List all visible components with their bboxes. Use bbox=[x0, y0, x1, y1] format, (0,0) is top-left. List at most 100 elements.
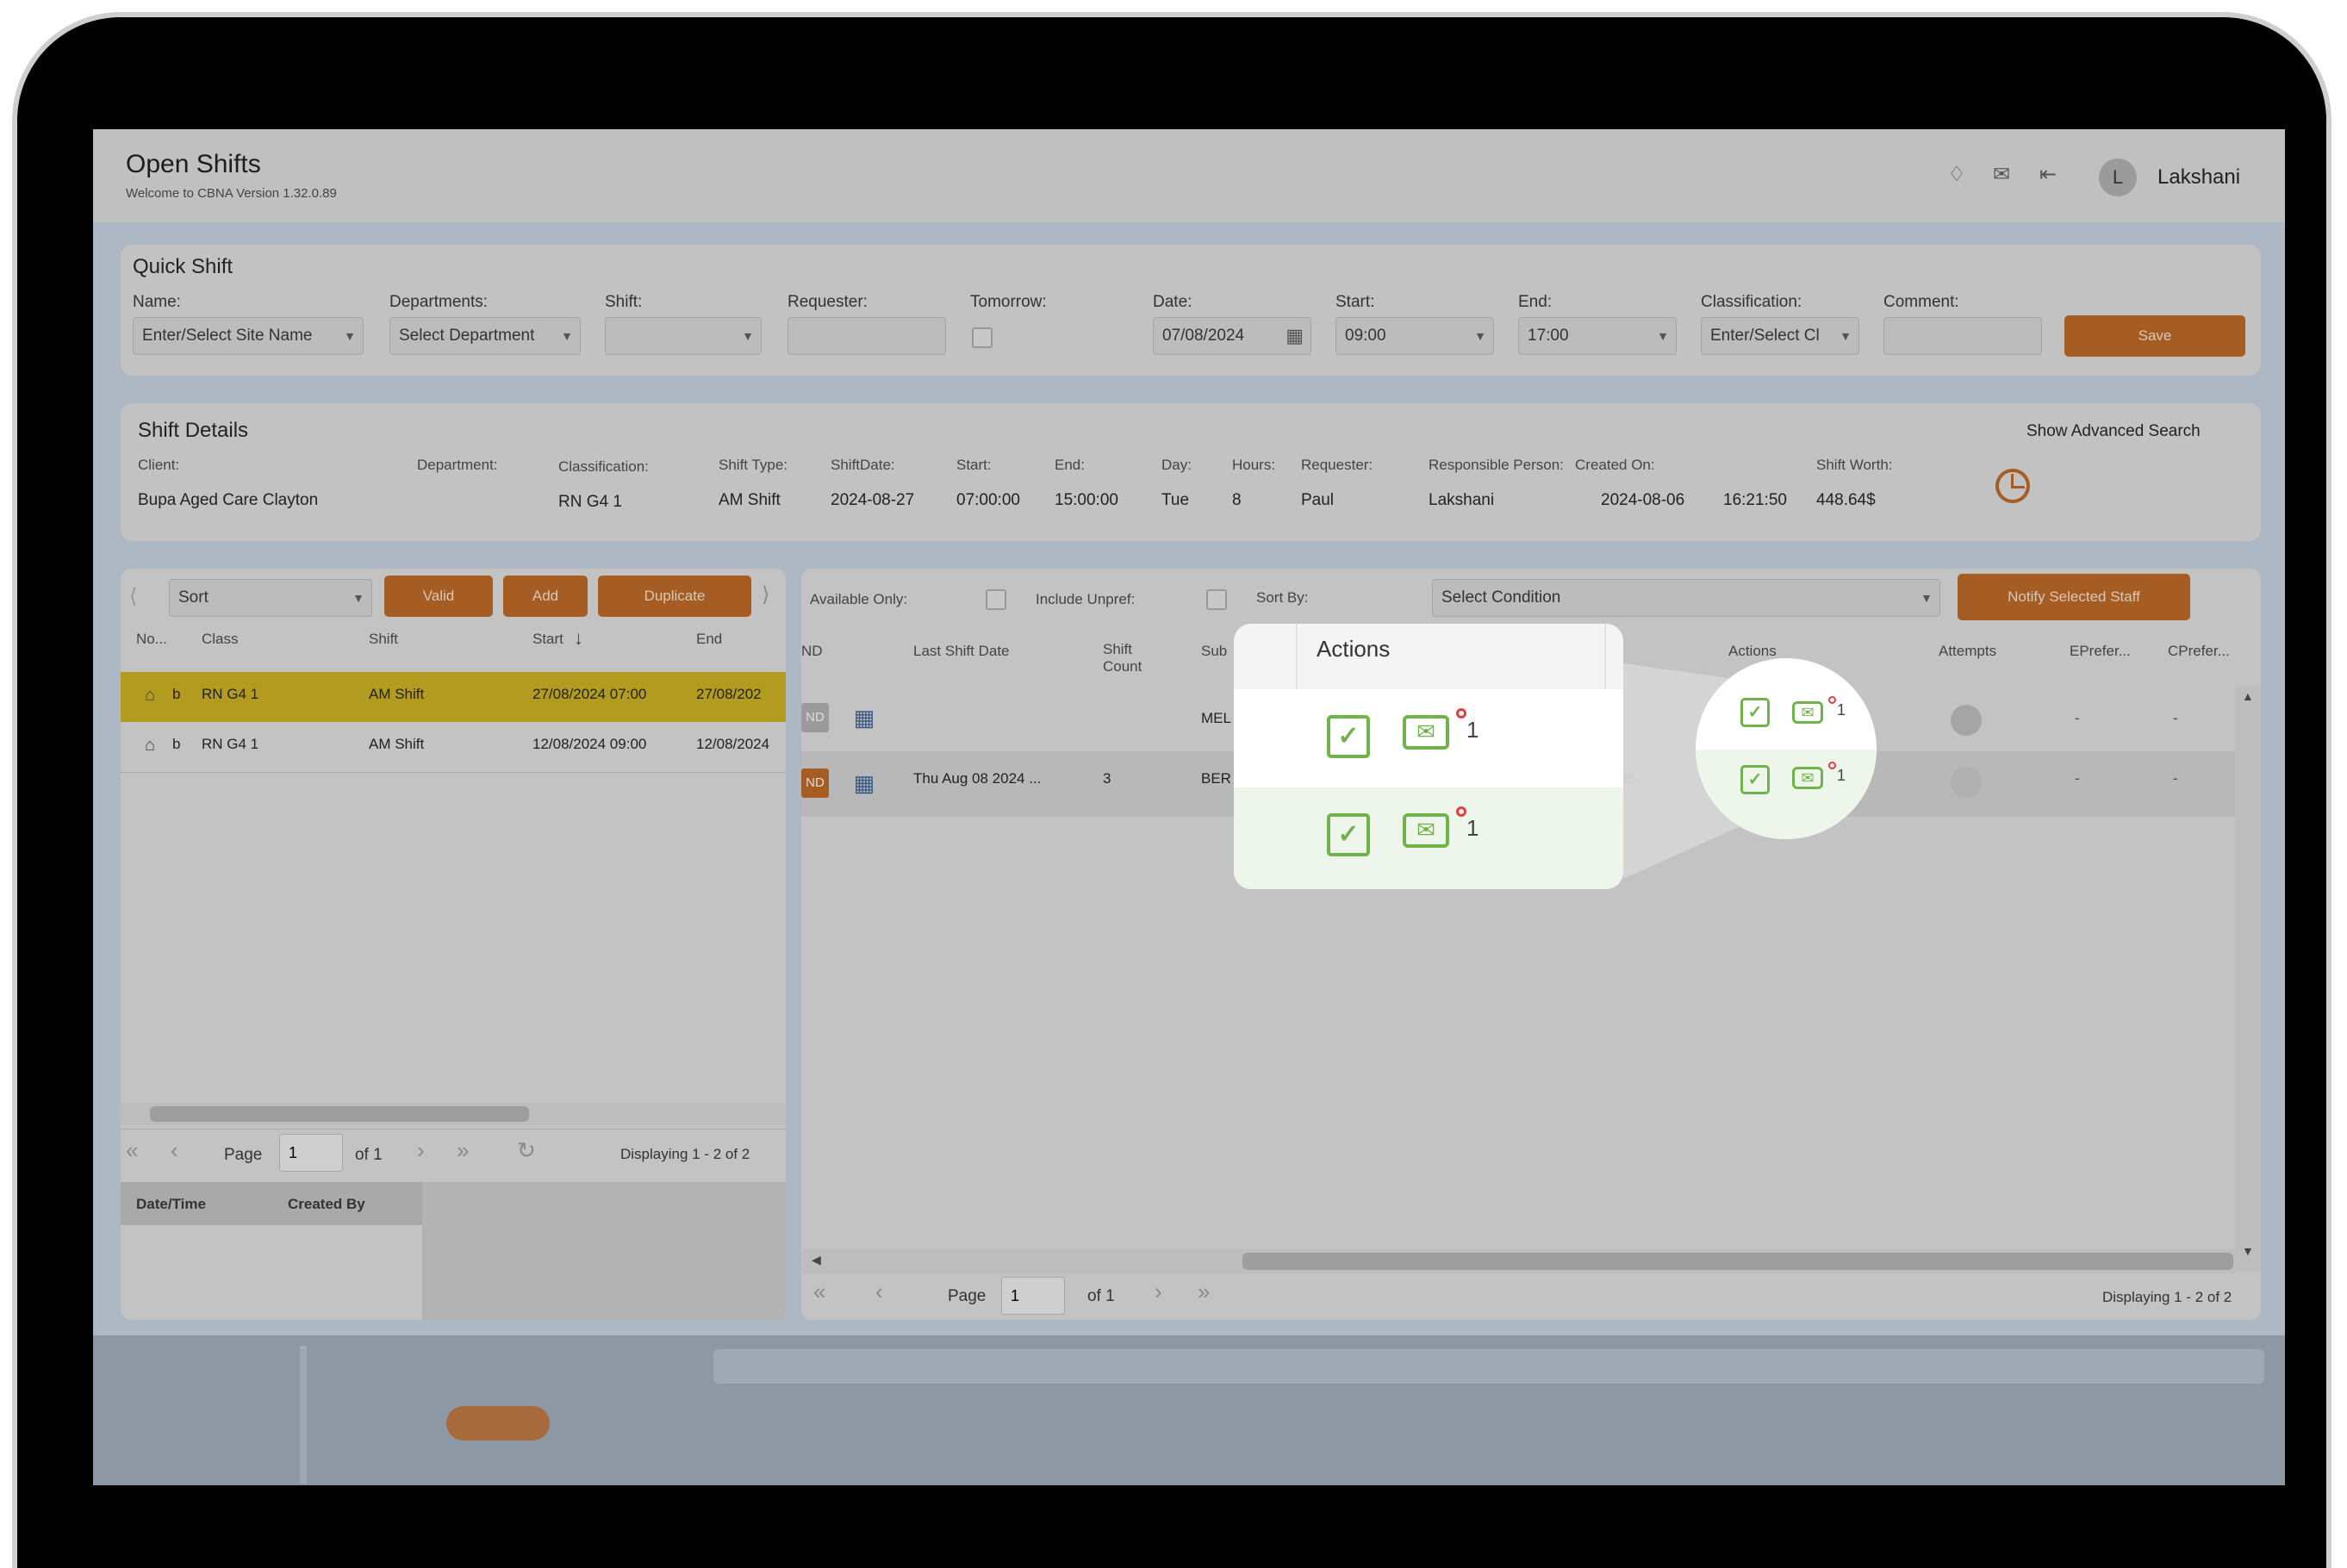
table-row[interactable]: ⌂ b RN G4 1 AM Shift 12/08/2024 09:00 12… bbox=[121, 722, 786, 772]
scrollbar-thumb[interactable] bbox=[150, 1106, 529, 1122]
duplicate-button[interactable]: Duplicate bbox=[598, 576, 751, 617]
hours-value: 8 bbox=[1232, 491, 1242, 509]
column-header-sub[interactable]: Sub bbox=[1201, 643, 1227, 660]
end-label: End: bbox=[1518, 293, 1553, 311]
save-button[interactable]: Save bbox=[2064, 315, 2245, 357]
notify-selected-staff-button[interactable]: Notify Selected Staff bbox=[1958, 574, 2190, 620]
end-time-select[interactable]: 17:00 ▼ bbox=[1518, 317, 1677, 355]
blurred-chip bbox=[446, 1406, 550, 1440]
approve-check-icon[interactable]: ✓ bbox=[1740, 765, 1770, 794]
last-page-icon[interactable]: » bbox=[457, 1137, 469, 1164]
column-header-no[interactable]: No... bbox=[136, 631, 167, 648]
nd-badge: ND bbox=[801, 768, 829, 798]
next-page-icon[interactable]: › bbox=[417, 1137, 425, 1164]
bell-icon[interactable]: ♢ bbox=[1944, 162, 1970, 188]
first-page-icon[interactable]: « bbox=[813, 1279, 825, 1305]
quick-shift-title: Quick Shift bbox=[133, 255, 233, 278]
zoom-header: Actions bbox=[1234, 624, 1623, 689]
date-input[interactable]: 07/08/2024 ▦ bbox=[1153, 317, 1311, 355]
column-header-class[interactable]: Class bbox=[202, 631, 239, 648]
mail-count: 1 bbox=[1837, 767, 1846, 784]
prev-page-icon[interactable]: ‹ bbox=[171, 1137, 178, 1164]
classification-label: Classification: bbox=[558, 458, 649, 475]
next-page-icon[interactable]: › bbox=[1155, 1279, 1162, 1305]
scroll-up-icon[interactable]: ▲ bbox=[2242, 689, 2254, 703]
first-page-icon[interactable]: « bbox=[126, 1137, 138, 1164]
column-header-attempts[interactable]: Attempts bbox=[1939, 643, 1996, 660]
classification-select[interactable]: Enter/Select Cl ▼ bbox=[1701, 317, 1859, 355]
mail-icon[interactable]: ✉ bbox=[1403, 813, 1449, 848]
scrollbar-thumb[interactable] bbox=[1242, 1253, 2233, 1270]
column-header-end[interactable]: End bbox=[696, 631, 722, 648]
include-unpref-checkbox[interactable] bbox=[1206, 589, 1227, 610]
requester-input[interactable] bbox=[788, 317, 946, 355]
column-header-nd[interactable]: ND bbox=[801, 643, 823, 660]
row-count: 3 bbox=[1103, 770, 1111, 787]
approve-check-icon[interactable]: ✓ bbox=[1327, 715, 1370, 758]
requester-label: Requester: bbox=[1301, 457, 1373, 473]
condition-select[interactable]: Select Condition ▼ bbox=[1432, 579, 1940, 617]
horizontal-scrollbar[interactable]: ◀ bbox=[801, 1249, 2235, 1273]
chevron-down-icon: ▼ bbox=[1474, 329, 1486, 343]
day-label: Day: bbox=[1161, 457, 1192, 473]
start-label: Start: bbox=[956, 457, 992, 473]
column-header-created-by[interactable]: Created By bbox=[288, 1196, 365, 1213]
top-bar: Open Shifts Welcome to CBNA Version 1.32… bbox=[93, 129, 2285, 222]
comment-input[interactable] bbox=[1883, 317, 2042, 355]
shift-type-value: AM Shift bbox=[719, 491, 781, 509]
username[interactable]: Lakshani bbox=[2157, 165, 2240, 190]
version-subtitle: Welcome to CBNA Version 1.32.0.89 bbox=[126, 186, 337, 201]
end-label: End: bbox=[1055, 457, 1085, 473]
add-button[interactable]: Add bbox=[503, 576, 588, 617]
app-window: Open Shifts Welcome to CBNA Version 1.32… bbox=[93, 129, 2285, 1335]
horizontal-scrollbar[interactable] bbox=[121, 1103, 786, 1125]
approve-check-icon[interactable]: ✓ bbox=[1327, 813, 1370, 856]
shift-date-value: 2024-08-27 bbox=[831, 491, 915, 509]
logout-icon[interactable]: ⇤ bbox=[2035, 162, 2061, 188]
column-header-eprefer[interactable]: EPrefer... bbox=[2070, 643, 2131, 660]
start-time-select[interactable]: 09:00 ▼ bbox=[1335, 317, 1494, 355]
site-name-select[interactable]: Enter/Select Site Name ▼ bbox=[133, 317, 364, 355]
sort-select[interactable]: Sort ▼ bbox=[169, 579, 372, 617]
scroll-down-icon[interactable]: ▼ bbox=[2242, 1244, 2254, 1258]
page-input[interactable]: 1 bbox=[279, 1134, 343, 1172]
last-page-icon[interactable]: » bbox=[1198, 1279, 1210, 1305]
zoom-actions-header: Actions bbox=[1317, 636, 1391, 662]
shift-details-title: Shift Details bbox=[138, 419, 249, 442]
table-row[interactable]: ⌂ b RN G4 1 AM Shift 27/08/2024 07:00 27… bbox=[121, 672, 786, 722]
column-header-shift[interactable]: Shift bbox=[369, 631, 398, 648]
calendar-icon[interactable]: ▦ bbox=[850, 768, 879, 798]
blurred-divider bbox=[300, 1346, 307, 1484]
scroll-left-icon[interactable]: ◀ bbox=[812, 1253, 821, 1267]
column-header-actions[interactable]: Actions bbox=[1728, 643, 1777, 660]
clock-icon[interactable] bbox=[1995, 469, 2030, 503]
approve-check-icon[interactable]: ✓ bbox=[1740, 698, 1770, 727]
refresh-icon[interactable]: ↻ bbox=[517, 1137, 536, 1164]
calendar-icon[interactable]: ▦ bbox=[850, 703, 879, 732]
tomorrow-checkbox[interactable] bbox=[972, 327, 993, 348]
calendar-icon[interactable]: ▦ bbox=[1286, 318, 1304, 354]
shift-select[interactable]: ▼ bbox=[605, 317, 762, 355]
valid-button[interactable]: Valid bbox=[384, 576, 493, 617]
mail-icon[interactable]: ✉ bbox=[1792, 701, 1823, 724]
zoom-column-divider bbox=[1296, 624, 1298, 689]
column-header-start[interactable]: Start bbox=[532, 631, 563, 648]
avatar[interactable]: L bbox=[2099, 159, 2137, 196]
mail-icon[interactable]: ✉ bbox=[1792, 767, 1823, 789]
department-select[interactable]: Select Department ▼ bbox=[389, 317, 581, 355]
of-pages-label: of 1 bbox=[1087, 1287, 1115, 1305]
page-input[interactable]: 1 bbox=[1001, 1277, 1065, 1315]
mail-icon[interactable]: ✉ bbox=[1989, 162, 2014, 188]
available-only-checkbox[interactable] bbox=[986, 589, 1006, 610]
column-header-datetime[interactable]: Date/Time bbox=[136, 1196, 206, 1213]
advanced-search-link[interactable]: Show Advanced Search bbox=[2026, 422, 2201, 441]
mail-icon[interactable]: ✉ bbox=[1403, 715, 1449, 750]
scroll-left-icon[interactable]: ⟨ bbox=[129, 584, 137, 609]
prev-page-icon[interactable]: ‹ bbox=[875, 1279, 883, 1305]
column-header-cprefer[interactable]: CPrefer... bbox=[2168, 643, 2230, 660]
vertical-scrollbar[interactable]: ▲ ▼ bbox=[2235, 686, 2261, 1272]
scroll-right-icon[interactable]: ⟩ bbox=[762, 582, 769, 607]
column-header-shift-count[interactable]: Shift Count bbox=[1103, 641, 1163, 675]
sort-down-icon[interactable]: ↓ bbox=[574, 627, 583, 650]
column-header-last-shift-date[interactable]: Last Shift Date bbox=[913, 643, 1010, 660]
